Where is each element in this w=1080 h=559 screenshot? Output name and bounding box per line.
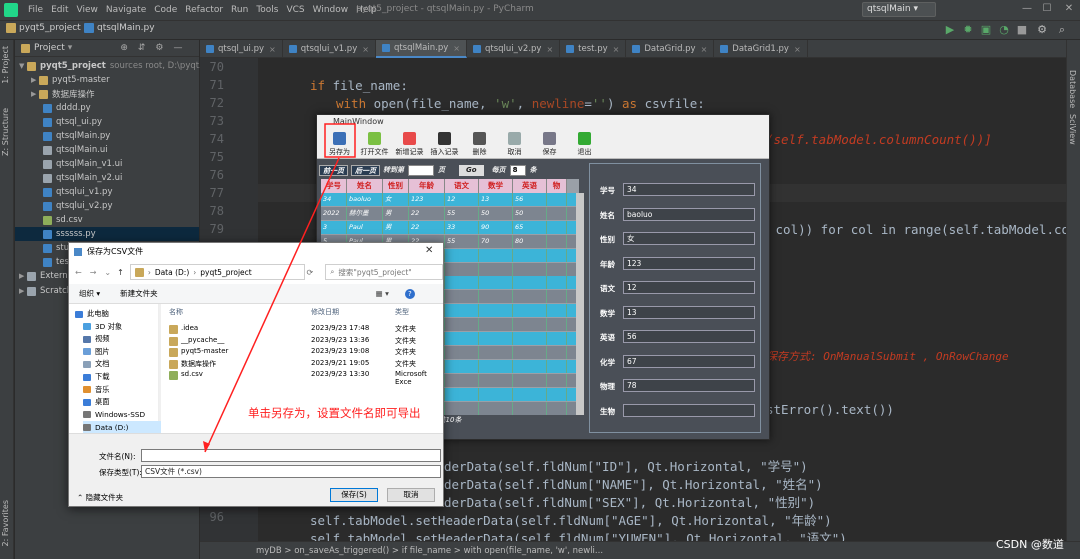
annotation-overlay — [203, 123, 356, 453]
watermark: CSDN @数道 — [996, 538, 1064, 551]
highlight-box — [324, 123, 356, 158]
annotation-text: 单击另存为，设置文件名即可导出 — [248, 406, 421, 420]
